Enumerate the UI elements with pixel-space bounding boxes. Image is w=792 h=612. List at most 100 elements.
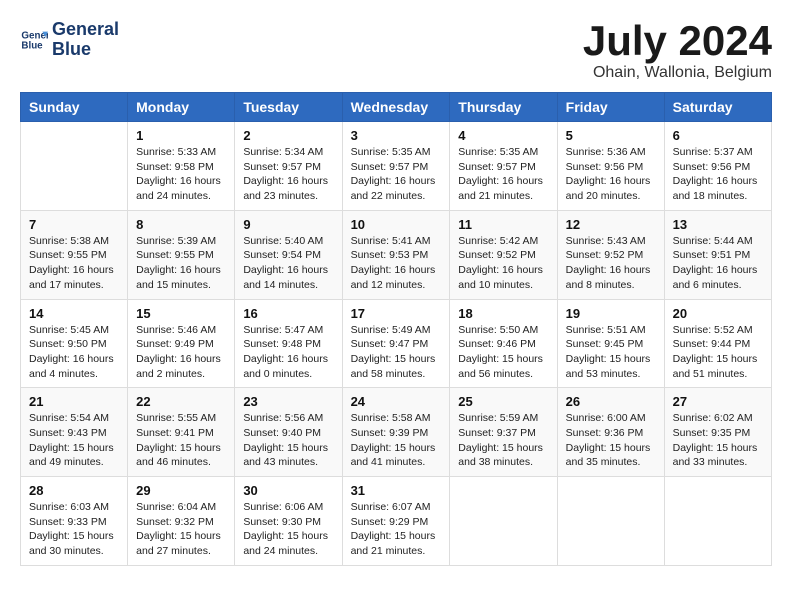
day-cell-25: 25 Sunrise: 5:59 AM Sunset: 9:37 PM Dayli…: [450, 388, 557, 477]
day-cell-5: 5Sunrise: 5:36 AM Sunset: 9:56 PM Daylig…: [557, 122, 664, 211]
weekday-header-wednesday: Wednesday: [342, 93, 450, 122]
day-cell-30: 30 Sunrise: 6:06 AM Sunset: 9:30 PM Dayli…: [235, 477, 342, 566]
day-number: 26: [566, 394, 656, 409]
week-row-2: 7Sunrise: 5:38 AM Sunset: 9:55 PM Daylig…: [21, 210, 772, 299]
day-info: Sunrise: 6:07 AM Sunset: 9:29 PM Dayligh…: [351, 500, 442, 559]
day-info: Sunrise: 5:35 AM Sunset: 9:57 PM Dayligh…: [351, 145, 442, 204]
day-number: 2: [243, 128, 333, 143]
week-row-1: 1Sunrise: 5:33 AM Sunset: 9:58 PM Daylig…: [21, 122, 772, 211]
day-number: 6: [673, 128, 763, 143]
day-info: Sunrise: 6:04 AM Sunset: 9:32 PM Dayligh…: [136, 500, 226, 559]
header: General Blue General Blue July 2024 Ohai…: [20, 20, 772, 82]
day-cell-4: 4Sunrise: 5:35 AM Sunset: 9:57 PM Daylig…: [450, 122, 557, 211]
day-number: 24: [351, 394, 442, 409]
day-number: 15: [136, 306, 226, 321]
day-cell-22: 22Sunrise: 5:55 AM Sunset: 9:41 PM Dayli…: [128, 388, 235, 477]
day-number: 25: [458, 394, 548, 409]
day-cell-3: 3 Sunrise: 5:35 AM Sunset: 9:57 PM Daylig…: [342, 122, 450, 211]
day-info: Sunrise: 5:45 AM Sunset: 9:50 PM Dayligh…: [29, 323, 119, 382]
day-number: 3: [351, 128, 442, 143]
day-cell-23: 23 Sunrise: 5:56 AM Sunset: 9:40 PM Dayli…: [235, 388, 342, 477]
day-info: Sunrise: 5:46 AM Sunset: 9:49 PM Dayligh…: [136, 323, 226, 382]
day-cell-15: 15 Sunrise: 5:46 AM Sunset: 9:49 PM Dayli…: [128, 299, 235, 388]
day-info: Sunrise: 5:58 AM Sunset: 9:39 PM Dayligh…: [351, 411, 442, 470]
weekday-header-row: SundayMondayTuesdayWednesdayThursdayFrid…: [21, 93, 772, 122]
day-number: 10: [351, 217, 442, 232]
day-number: 20: [673, 306, 763, 321]
day-number: 23: [243, 394, 333, 409]
day-number: 19: [566, 306, 656, 321]
day-info: Sunrise: 5:50 AM Sunset: 9:46 PM Dayligh…: [458, 323, 548, 382]
location-subtitle: Ohain, Wallonia, Belgium: [583, 64, 772, 82]
day-number: 16: [243, 306, 333, 321]
day-number: 7: [29, 217, 119, 232]
week-row-5: 28Sunrise: 6:03 AM Sunset: 9:33 PM Dayli…: [21, 477, 772, 566]
day-number: 17: [351, 306, 442, 321]
day-info: Sunrise: 6:02 AM Sunset: 9:35 PM Dayligh…: [673, 411, 763, 470]
day-cell-24: 24 Sunrise: 5:58 AM Sunset: 9:39 PM Dayli…: [342, 388, 450, 477]
day-cell-16: 16 Sunrise: 5:47 AM Sunset: 9:48 PM Dayli…: [235, 299, 342, 388]
day-cell-2: 2 Sunrise: 5:34 AM Sunset: 9:57 PM Daylig…: [235, 122, 342, 211]
day-info: Sunrise: 5:47 AM Sunset: 9:48 PM Dayligh…: [243, 323, 333, 382]
day-number: 8: [136, 217, 226, 232]
day-cell-29: 29Sunrise: 6:04 AM Sunset: 9:32 PM Dayli…: [128, 477, 235, 566]
logo-text: General Blue: [52, 20, 119, 60]
day-number: 12: [566, 217, 656, 232]
day-info: Sunrise: 6:06 AM Sunset: 9:30 PM Dayligh…: [243, 500, 333, 559]
day-cell-26: 26 Sunrise: 6:00 AM Sunset: 9:36 PM Dayli…: [557, 388, 664, 477]
day-info: Sunrise: 5:55 AM Sunset: 9:41 PM Dayligh…: [136, 411, 226, 470]
day-info: Sunrise: 5:41 AM Sunset: 9:53 PM Dayligh…: [351, 234, 442, 293]
day-info: Sunrise: 5:35 AM Sunset: 9:57 PM Dayligh…: [458, 145, 548, 204]
empty-cell: [557, 477, 664, 566]
week-row-3: 14 Sunrise: 5:45 AM Sunset: 9:50 PM Dayli…: [21, 299, 772, 388]
empty-cell: [21, 122, 128, 211]
day-info: Sunrise: 5:52 AM Sunset: 9:44 PM Dayligh…: [673, 323, 763, 382]
day-cell-10: 10 Sunrise: 5:41 AM Sunset: 9:53 PM Dayli…: [342, 210, 450, 299]
day-info: Sunrise: 5:39 AM Sunset: 9:55 PM Dayligh…: [136, 234, 226, 293]
day-number: 27: [673, 394, 763, 409]
day-info: Sunrise: 5:49 AM Sunset: 9:47 PM Dayligh…: [351, 323, 442, 382]
week-row-4: 21Sunrise: 5:54 AM Sunset: 9:43 PM Dayli…: [21, 388, 772, 477]
day-number: 13: [673, 217, 763, 232]
day-cell-27: 27 Sunrise: 6:02 AM Sunset: 9:35 PM Dayli…: [664, 388, 771, 477]
day-info: Sunrise: 5:40 AM Sunset: 9:54 PM Dayligh…: [243, 234, 333, 293]
month-year-title: July 2024: [583, 20, 772, 62]
day-cell-6: 6 Sunrise: 5:37 AM Sunset: 9:56 PM Daylig…: [664, 122, 771, 211]
day-cell-20: 20 Sunrise: 5:52 AM Sunset: 9:44 PM Dayli…: [664, 299, 771, 388]
day-info: Sunrise: 5:59 AM Sunset: 9:37 PM Dayligh…: [458, 411, 548, 470]
weekday-header-sunday: Sunday: [21, 93, 128, 122]
title-section: July 2024 Ohain, Wallonia, Belgium: [583, 20, 772, 82]
calendar-table: SundayMondayTuesdayWednesdayThursdayFrid…: [20, 92, 772, 566]
weekday-header-monday: Monday: [128, 93, 235, 122]
day-info: Sunrise: 5:37 AM Sunset: 9:56 PM Dayligh…: [673, 145, 763, 204]
day-number: 30: [243, 483, 333, 498]
logo: General Blue General Blue: [20, 20, 119, 60]
weekday-header-friday: Friday: [557, 93, 664, 122]
svg-text:Blue: Blue: [21, 40, 43, 51]
day-number: 11: [458, 217, 548, 232]
day-info: Sunrise: 5:34 AM Sunset: 9:57 PM Dayligh…: [243, 145, 333, 204]
day-cell-1: 1Sunrise: 5:33 AM Sunset: 9:58 PM Daylig…: [128, 122, 235, 211]
day-cell-13: 13 Sunrise: 5:44 AM Sunset: 9:51 PM Dayli…: [664, 210, 771, 299]
day-info: Sunrise: 5:51 AM Sunset: 9:45 PM Dayligh…: [566, 323, 656, 382]
day-info: Sunrise: 5:44 AM Sunset: 9:51 PM Dayligh…: [673, 234, 763, 293]
day-cell-7: 7Sunrise: 5:38 AM Sunset: 9:55 PM Daylig…: [21, 210, 128, 299]
day-info: Sunrise: 5:42 AM Sunset: 9:52 PM Dayligh…: [458, 234, 548, 293]
empty-cell: [664, 477, 771, 566]
day-cell-19: 19 Sunrise: 5:51 AM Sunset: 9:45 PM Dayli…: [557, 299, 664, 388]
day-cell-9: 9 Sunrise: 5:40 AM Sunset: 9:54 PM Daylig…: [235, 210, 342, 299]
day-number: 14: [29, 306, 119, 321]
day-cell-28: 28Sunrise: 6:03 AM Sunset: 9:33 PM Dayli…: [21, 477, 128, 566]
day-info: Sunrise: 5:56 AM Sunset: 9:40 PM Dayligh…: [243, 411, 333, 470]
day-info: Sunrise: 6:00 AM Sunset: 9:36 PM Dayligh…: [566, 411, 656, 470]
day-cell-14: 14 Sunrise: 5:45 AM Sunset: 9:50 PM Dayli…: [21, 299, 128, 388]
logo-icon: General Blue: [20, 26, 48, 54]
day-number: 9: [243, 217, 333, 232]
weekday-header-thursday: Thursday: [450, 93, 557, 122]
empty-cell: [450, 477, 557, 566]
day-cell-11: 11 Sunrise: 5:42 AM Sunset: 9:52 PM Dayli…: [450, 210, 557, 299]
day-number: 18: [458, 306, 548, 321]
day-cell-17: 17 Sunrise: 5:49 AM Sunset: 9:47 PM Dayli…: [342, 299, 450, 388]
day-info: Sunrise: 5:33 AM Sunset: 9:58 PM Dayligh…: [136, 145, 226, 204]
weekday-header-tuesday: Tuesday: [235, 93, 342, 122]
